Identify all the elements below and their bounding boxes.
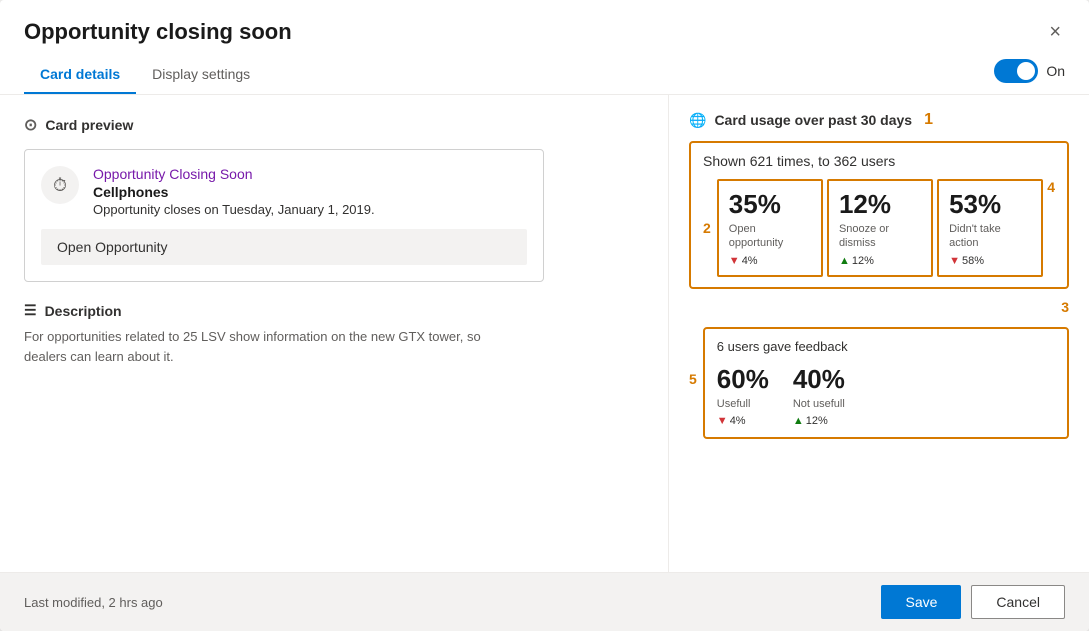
tab-card-details[interactable]: Card details xyxy=(24,56,136,94)
stat-snooze-pct: 12% xyxy=(839,189,921,220)
num-label-3: 3 xyxy=(1061,299,1069,315)
feedback-area: 5 6 users gave feedback 60% Usefull ▼ 4% xyxy=(689,319,1069,439)
stat-action-label: Didn't take action xyxy=(949,222,1031,251)
on-off-toggle[interactable] xyxy=(994,59,1038,83)
card-preview-inner: ⏱ Opportunity Closing Soon Cellphones Op… xyxy=(41,166,527,217)
tabs-left: Card details Display settings xyxy=(24,56,266,94)
close-button[interactable]: × xyxy=(1045,18,1065,46)
save-button[interactable]: Save xyxy=(881,585,961,619)
modal-body: ⊙ Card preview ⏱ Opportunity Closing Soo… xyxy=(0,95,1089,572)
description-header: ☰ Description xyxy=(24,302,644,319)
card-preview-box: ⏱ Opportunity Closing Soon Cellphones Op… xyxy=(24,149,544,282)
toggle-label: On xyxy=(1046,63,1065,79)
num-label-2: 2 xyxy=(703,220,711,236)
card-preview-header: ⊙ Card preview xyxy=(24,115,644,135)
feedback-notuseful-change-val: 12% xyxy=(806,415,828,427)
arrow-down-icon: ▼ xyxy=(729,255,740,267)
description-label: Description xyxy=(45,303,122,319)
stat-action-change: ▼ 58% xyxy=(949,255,1031,267)
feedback-box: 6 users gave feedback 60% Usefull ▼ 4% xyxy=(703,327,1069,439)
arrow-down-icon-2: ▼ xyxy=(949,255,960,267)
feedback-stats: 60% Usefull ▼ 4% 40% Not usefull xyxy=(717,364,1055,427)
feedback-notuseful-label: Not usefull xyxy=(793,397,845,411)
card-info: Opportunity Closing Soon Cellphones Oppo… xyxy=(93,166,375,217)
stat-snooze-label: Snooze or dismiss xyxy=(839,222,921,251)
description-section: ☰ Description For opportunities related … xyxy=(24,302,644,366)
left-panel: ⊙ Card preview ⏱ Opportunity Closing Soo… xyxy=(0,95,669,572)
footer-status: Last modified, 2 hrs ago xyxy=(24,595,163,610)
stat-open-change-val: 4% xyxy=(742,255,758,267)
feedback-stat-useful: 60% Usefull ▼ 4% xyxy=(717,364,769,427)
num-label-5: 5 xyxy=(689,371,697,387)
card-title: Opportunity Closing Soon xyxy=(93,166,375,182)
usage-box: Shown 621 times, to 362 users 2 35% Open… xyxy=(689,141,1069,289)
modal-container: Opportunity closing soon × Card details … xyxy=(0,0,1089,631)
card-description: Opportunity closes on Tuesday, January 1… xyxy=(93,202,375,217)
tabs-bar: Card details Display settings On xyxy=(0,56,1089,95)
arrow-up-icon-2: ▲ xyxy=(793,415,804,427)
description-icon: ☰ xyxy=(24,302,37,319)
feedback-useful-pct: 60% xyxy=(717,364,769,395)
stats-row: 35% Open opportunity ▼ 4% 12% xyxy=(717,179,1043,277)
stats-row-container: 2 35% Open opportunity ▼ 4% xyxy=(703,179,1055,277)
shown-text: Shown 621 times, to 362 users xyxy=(703,153,1055,169)
stat-box-action: 53% Didn't take action ▼ 58% xyxy=(937,179,1043,277)
stat-open-pct: 35% xyxy=(729,189,811,220)
feedback-useful-change: ▼ 4% xyxy=(717,415,769,427)
stat-snooze-change-val: 12% xyxy=(852,255,874,267)
feedback-notuseful-change: ▲ 12% xyxy=(793,415,845,427)
card-preview-label: Card preview xyxy=(45,117,133,133)
tab-display-settings[interactable]: Display settings xyxy=(136,56,266,94)
right-panel: 🌐 Card usage over past 30 days 1 Shown 6… xyxy=(669,95,1089,572)
stat-action-change-val: 58% xyxy=(962,255,984,267)
card-subtitle: Cellphones xyxy=(93,184,375,200)
feedback-useful-label: Usefull xyxy=(717,397,769,411)
modal-footer: Last modified, 2 hrs ago Save Cancel xyxy=(0,572,1089,631)
stat-box-open: 35% Open opportunity ▼ 4% xyxy=(717,179,823,277)
num-label-4: 4 xyxy=(1047,179,1055,195)
stat-box-snooze: 12% Snooze or dismiss ▲ 12% xyxy=(827,179,933,277)
stat-snooze-change: ▲ 12% xyxy=(839,255,921,267)
preview-icon: ⊙ xyxy=(24,115,37,135)
cancel-button[interactable]: Cancel xyxy=(971,585,1065,619)
toggle-group: On xyxy=(994,59,1065,91)
section-num-1: 1 xyxy=(924,111,933,129)
stat-open-change: ▼ 4% xyxy=(729,255,811,267)
footer-actions: Save Cancel xyxy=(881,585,1065,619)
feedback-stat-notuseful: 40% Not usefull ▲ 12% xyxy=(793,364,845,427)
modal-header: Opportunity closing soon × xyxy=(0,0,1089,46)
description-text: For opportunities related to 25 LSV show… xyxy=(24,327,504,366)
open-opportunity-button[interactable]: Open Opportunity xyxy=(41,229,527,265)
feedback-notuseful-pct: 40% xyxy=(793,364,845,395)
arrow-up-icon: ▲ xyxy=(839,255,850,267)
usage-area: Shown 621 times, to 362 users 2 35% Open… xyxy=(689,141,1069,439)
usage-icon: 🌐 xyxy=(689,112,706,129)
num-label-3-container: 3 xyxy=(689,299,1069,317)
stat-open-label: Open opportunity xyxy=(729,222,811,251)
usage-label: Card usage over past 30 days xyxy=(714,112,912,128)
arrow-down-icon-3: ▼ xyxy=(717,415,728,427)
feedback-useful-change-val: 4% xyxy=(730,415,746,427)
modal-title: Opportunity closing soon xyxy=(24,19,292,45)
stat-action-pct: 53% xyxy=(949,189,1031,220)
card-icon-circle: ⏱ xyxy=(41,166,79,204)
card-timer-icon: ⏱ xyxy=(53,175,67,196)
usage-content: Shown 621 times, to 362 users 2 35% Open… xyxy=(689,141,1069,439)
right-panel-header: 🌐 Card usage over past 30 days 1 xyxy=(689,111,1069,129)
feedback-title: 6 users gave feedback xyxy=(717,339,1055,354)
